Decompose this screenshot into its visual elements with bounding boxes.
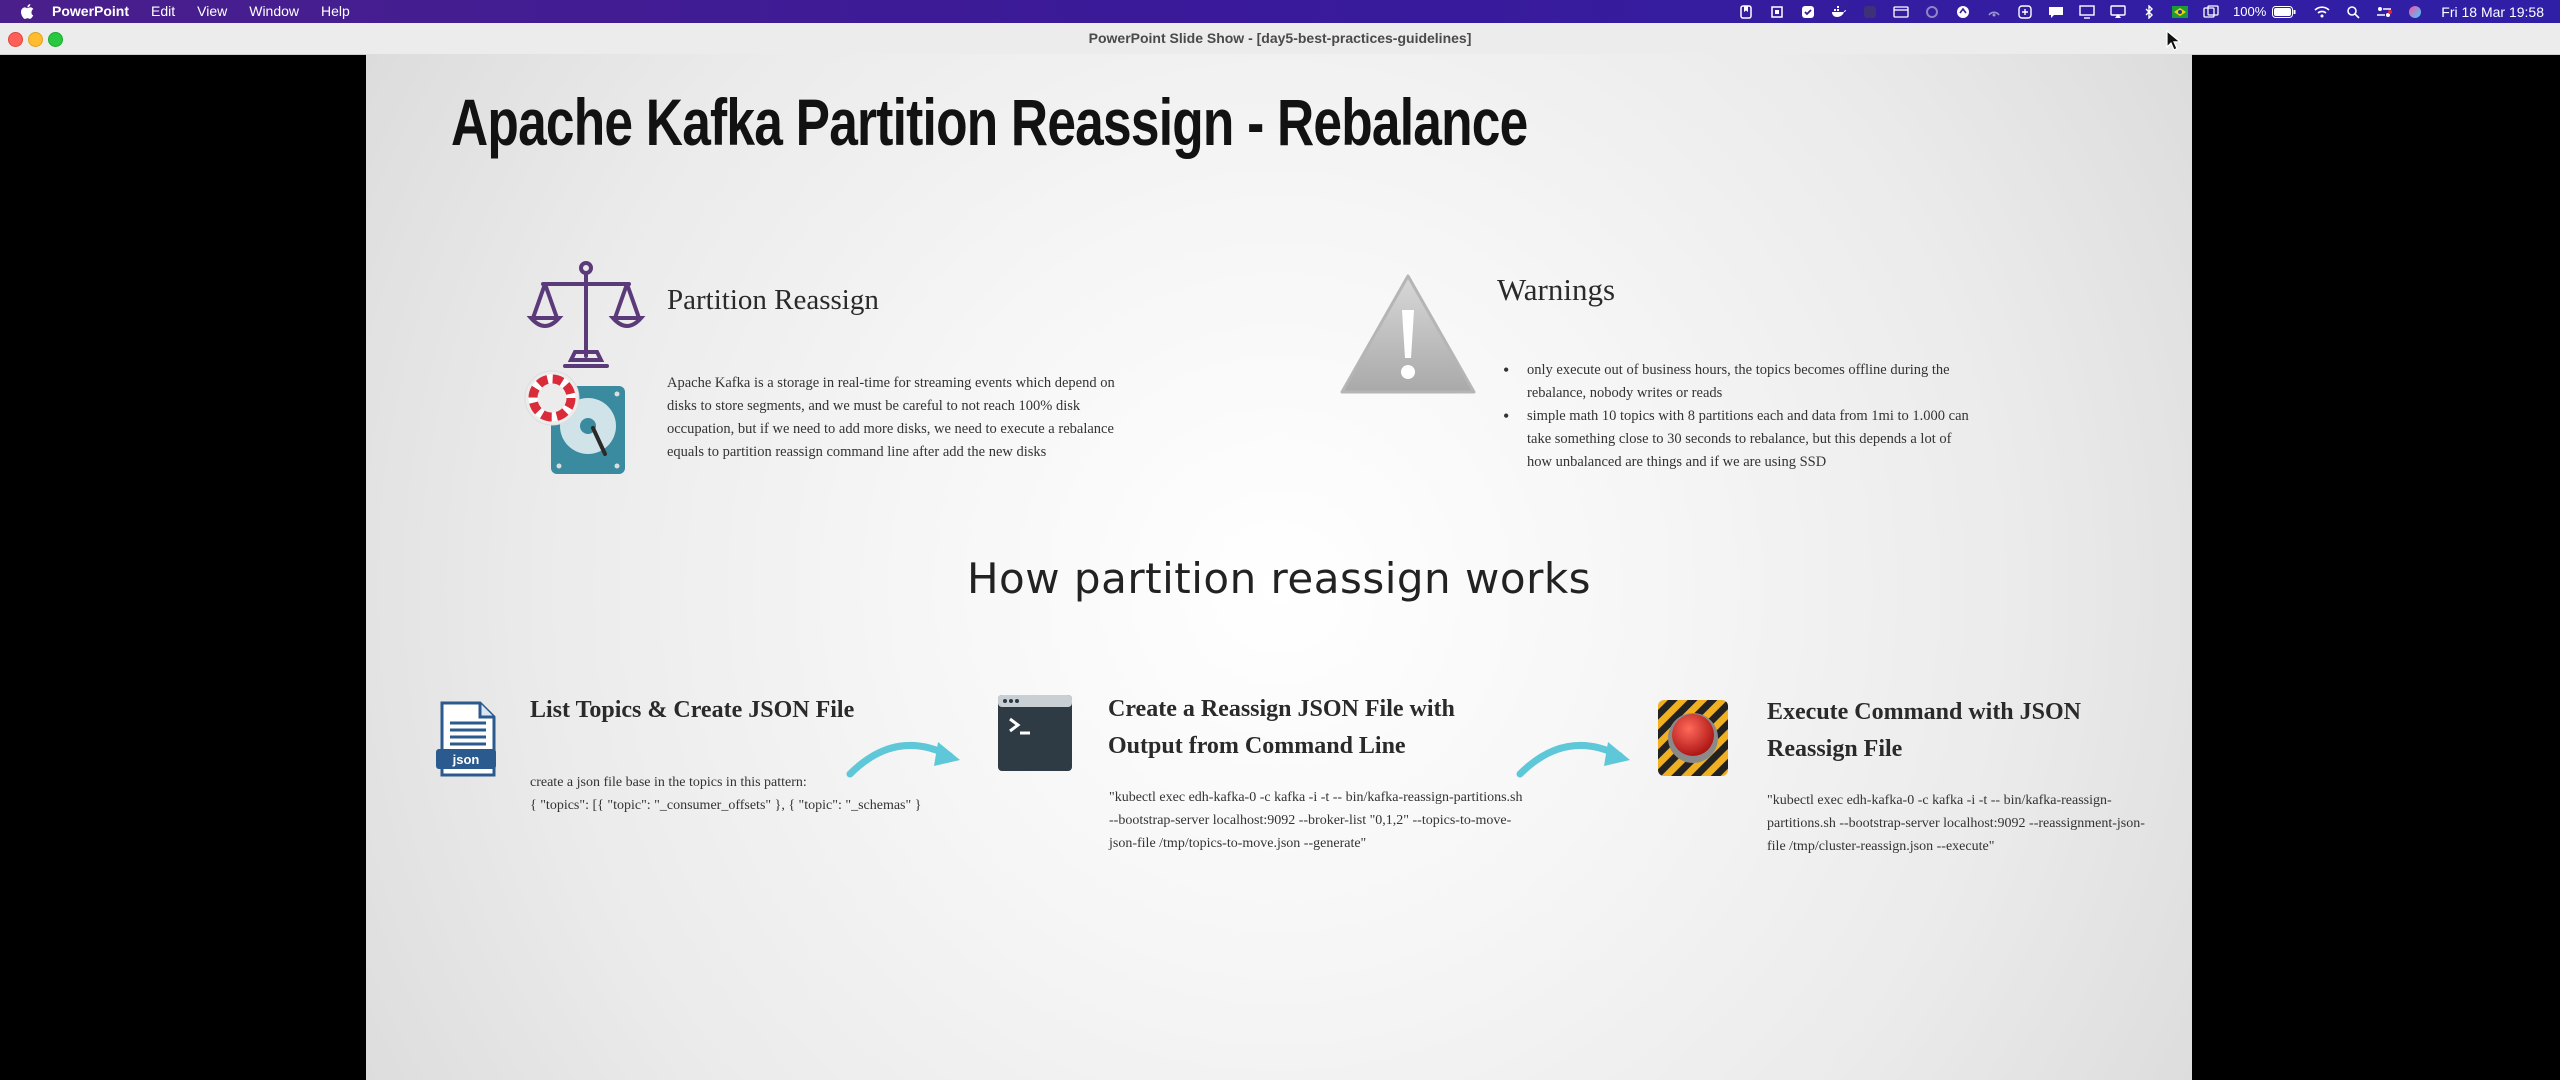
lifebuoy-icon xyxy=(524,370,580,426)
warning-item: simple math 10 topics with 8 partitions … xyxy=(1503,405,1971,474)
warnings-heading: Warnings xyxy=(1497,272,1616,307)
chat-icon[interactable] xyxy=(2048,5,2064,19)
balance-scale-icon xyxy=(526,261,646,368)
terminal-icon xyxy=(998,695,1072,771)
menu-window[interactable]: Window xyxy=(249,0,299,23)
docker-icon[interactable] xyxy=(1831,5,1847,19)
status-tray: 100% Fri 18 Mar 19:58 xyxy=(1723,0,2544,23)
menu-help[interactable]: Help xyxy=(321,0,350,23)
step-3-body: "kubectl exec edh-kafka-0 -c kafka -i -t… xyxy=(1767,793,2145,854)
warning-triangle-icon xyxy=(1340,274,1476,394)
apple-logo-icon[interactable] xyxy=(18,3,36,21)
app-icon[interactable] xyxy=(1862,5,1878,19)
menubar-clock[interactable]: Fri 18 Mar 19:58 xyxy=(2441,4,2544,20)
step-3-heading: Execute Command with JSON Reassign File xyxy=(1767,699,2082,762)
slide-title: Apache Kafka Partition Reassign - Rebala… xyxy=(451,85,1528,159)
spinner-icon[interactable] xyxy=(1924,5,1940,19)
airplay-icon[interactable] xyxy=(2110,4,2126,19)
slide-canvas[interactable]: Apache Kafka Partition Reassign - Rebala… xyxy=(366,54,2192,1080)
bookmark-icon[interactable] xyxy=(1738,4,1754,19)
menu-powerpoint[interactable]: PowerPoint xyxy=(52,0,129,23)
step-2-body: "kubectl exec edh-kafka-0 -c kafka -i -t… xyxy=(1109,790,1523,851)
warnings-list: only execute out of business hours, the … xyxy=(1503,359,1971,474)
step-2-heading: Create a Reassign JSON File with Output … xyxy=(1108,696,1455,759)
battery-icon[interactable] xyxy=(2272,5,2296,19)
json-file-icon: json xyxy=(436,701,496,777)
menu-edit[interactable]: Edit xyxy=(151,0,175,23)
checkmark-icon[interactable] xyxy=(1800,5,1816,19)
curved-arrow-icon xyxy=(1516,741,1630,778)
mouse-pointer-icon xyxy=(2166,30,2182,51)
menu-view[interactable]: View xyxy=(197,0,227,23)
how-it-works-heading: How partition reassign works xyxy=(966,554,1592,603)
red-button-icon xyxy=(1658,700,1728,776)
step-1-heading: List Topics & Create JSON File xyxy=(530,697,855,723)
curved-arrow-icon xyxy=(846,741,960,778)
json-file-label: json xyxy=(452,752,480,767)
window-icon[interactable] xyxy=(1893,5,1909,19)
step-1-body-line: { "topics": [{ "topic": "_consumer_offse… xyxy=(530,798,922,813)
control-center-icon[interactable] xyxy=(2376,5,2393,19)
bluetooth-icon[interactable] xyxy=(2141,4,2157,19)
flag-icon[interactable] xyxy=(2172,5,2189,19)
battery-percent: 100% xyxy=(2233,4,2267,19)
menu-bar: PowerPoint Edit View Window Help 100% Fr… xyxy=(0,0,2560,23)
vpn-icon[interactable] xyxy=(1955,5,1971,19)
screenshot-icon[interactable] xyxy=(1769,5,1785,19)
airdrop-icon[interactable] xyxy=(1986,5,2002,19)
warning-item: only execute out of business hours, the … xyxy=(1503,359,1971,405)
partition-reassign-body: Apache Kafka is a storage in real-time f… xyxy=(667,375,1115,460)
partition-reassign-heading: Partition Reassign xyxy=(667,284,879,316)
wifi-icon[interactable] xyxy=(2314,5,2330,19)
control-icon[interactable] xyxy=(2203,4,2219,19)
display-icon[interactable] xyxy=(2079,4,2095,19)
shield-icon[interactable] xyxy=(2017,4,2033,19)
search-icon[interactable] xyxy=(2345,5,2361,19)
siri-icon[interactable] xyxy=(2407,5,2423,19)
